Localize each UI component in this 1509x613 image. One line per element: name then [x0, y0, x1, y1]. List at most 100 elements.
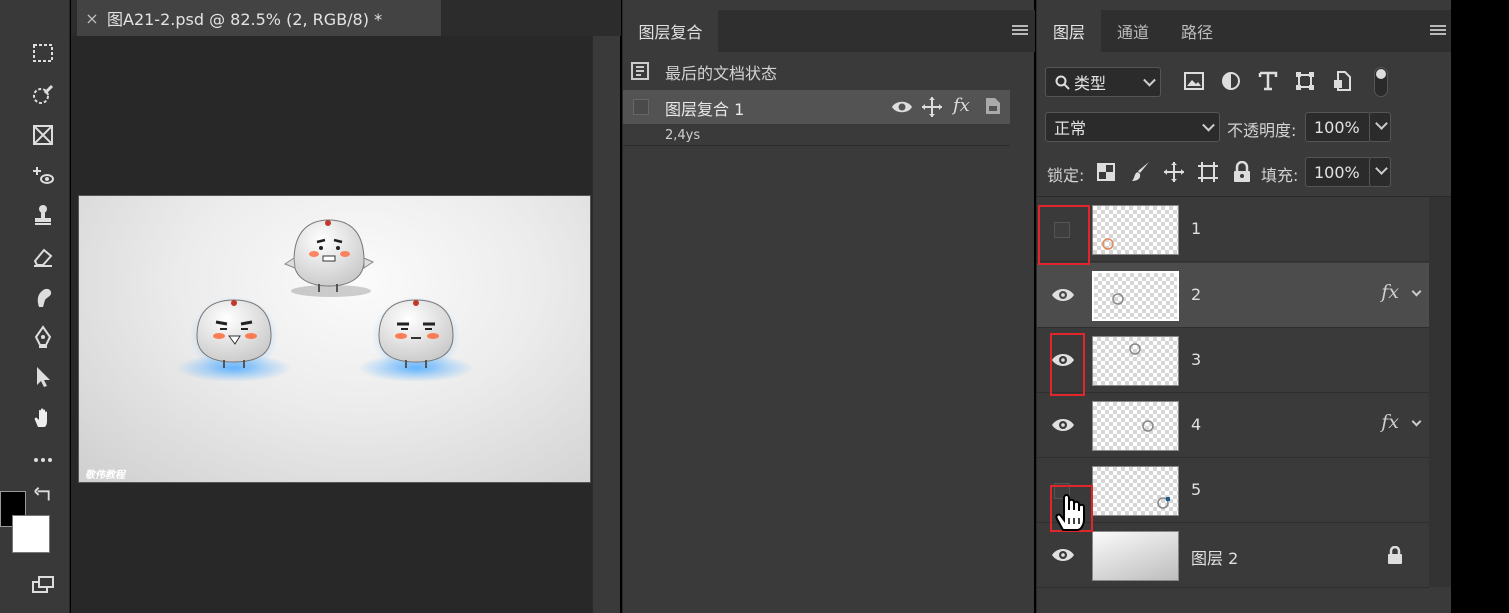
opacity-label: 不透明度:: [1227, 121, 1297, 140]
filter-adjustment-icon[interactable]: [1221, 71, 1241, 91]
tab-paths[interactable]: 路径: [1165, 10, 1229, 52]
fill-field[interactable]: 100%: [1305, 157, 1371, 187]
lock-image-pixels-icon[interactable]: [1131, 161, 1151, 183]
layer-row-1[interactable]: 1: [1037, 197, 1429, 262]
quick-selection-tool-icon[interactable]: [28, 80, 58, 110]
hand-cursor-icon: [1055, 494, 1085, 531]
smudge-tool-icon[interactable]: [28, 282, 58, 312]
expand-effects-chevron-icon[interactable]: [1411, 286, 1422, 297]
layer-effects-icon[interactable]: fx: [1381, 281, 1422, 303]
filter-toggle-switch[interactable]: [1374, 67, 1388, 97]
comps-panel-menu-icon[interactable]: [1012, 25, 1028, 37]
screen-mode-icon[interactable]: [28, 570, 58, 600]
layer-lock-icon[interactable]: [1387, 546, 1403, 565]
character-left: [176, 296, 292, 382]
background-color-swatch[interactable]: [12, 515, 50, 553]
comp-document-icon[interactable]: [985, 97, 1001, 115]
workspace-scrollbar[interactable]: [592, 36, 620, 613]
blend-mode-value: 正常: [1054, 119, 1087, 138]
layer-thumbnail[interactable]: [1092, 401, 1179, 451]
layer-name[interactable]: 1: [1191, 219, 1201, 238]
last-document-state-row[interactable]: 最后的文档状态: [623, 54, 1010, 88]
tools-panel: [0, 0, 70, 613]
layers-scrollbar[interactable]: [1429, 197, 1452, 587]
comp-position-icon[interactable]: [921, 96, 943, 118]
tab-layers[interactable]: 图层: [1037, 10, 1101, 52]
layer-thumbnail[interactable]: [1092, 205, 1179, 255]
expand-effects-chevron-icon[interactable]: [1411, 416, 1422, 427]
close-tab-icon[interactable]: ×: [77, 9, 107, 28]
opacity-value: 100%: [1314, 117, 1360, 137]
canvas-artwork: [176, 219, 474, 382]
layer-visibility-eye-icon[interactable]: [1051, 349, 1075, 371]
layer-visibility-eye-icon[interactable]: [1051, 414, 1075, 436]
layer-comps-header: 图层复合: [623, 10, 1035, 52]
layer-filter-value: 类型: [1074, 74, 1107, 93]
lock-artboard-icon[interactable]: [1197, 161, 1219, 183]
comp-visibility-icon[interactable]: [891, 97, 913, 117]
filter-smart-object-icon[interactable]: [1333, 71, 1351, 91]
character-right: [358, 296, 474, 382]
lock-label: 锁定:: [1047, 166, 1085, 185]
layers-panel: 图层 通道 路径 类型 正常 不透明度: 100% 锁定: 填充: 100% 1…: [1036, 0, 1452, 613]
layer-name[interactable]: 5: [1191, 480, 1201, 499]
frame-tool-icon[interactable]: [28, 120, 58, 150]
tab-layer-comps[interactable]: 图层复合: [623, 10, 718, 52]
document-state-icon: [631, 62, 649, 80]
layer-visibility-eye-icon[interactable]: [1051, 544, 1075, 566]
comp-fx-icon[interactable]: fx: [953, 95, 970, 116]
filter-shape-icon[interactable]: [1295, 71, 1315, 91]
marquee-tool-icon[interactable]: [28, 38, 58, 68]
more-tools-icon[interactable]: [28, 444, 58, 474]
layers-panel-menu-icon[interactable]: [1430, 25, 1446, 37]
lock-all-icon[interactable]: [1233, 161, 1251, 183]
layer-visibility-toggle-off[interactable]: [1054, 222, 1070, 238]
layer-name[interactable]: 4: [1191, 415, 1201, 434]
layer-filter-dropdown[interactable]: 类型: [1045, 67, 1161, 97]
pen-tool-icon[interactable]: [28, 322, 58, 352]
document-canvas[interactable]: 敬伟教程: [78, 195, 591, 483]
layer-thumbnail[interactable]: [1092, 466, 1179, 516]
filter-pixel-icon[interactable]: [1184, 72, 1204, 90]
search-icon: [1055, 75, 1070, 90]
document-tab[interactable]: × 图A21-2.psd @ 82.5% (2, RGB/8) *: [77, 0, 442, 36]
screen-edge: [1451, 0, 1509, 613]
layer-comps-panel: 图层复合 最后的文档状态 图层复合 1 fx 2,4ys: [622, 0, 1035, 613]
canvas-watermark: 敬伟教程: [85, 470, 125, 481]
eraser-tool-icon[interactable]: [28, 242, 58, 272]
layer-comp-note: 2,4ys: [665, 128, 701, 143]
opacity-dropdown-arrow[interactable]: [1369, 112, 1391, 142]
tab-channels[interactable]: 通道: [1101, 10, 1165, 52]
blend-mode-dropdown[interactable]: 正常: [1045, 112, 1220, 142]
layer-name[interactable]: 图层 2: [1191, 545, 1238, 569]
path-selection-tool-icon[interactable]: [28, 362, 58, 392]
layer-thumbnail[interactable]: [1092, 271, 1179, 321]
comp-apply-checkbox[interactable]: [633, 99, 649, 115]
document-title: 图A21-2.psd @ 82.5% (2, RGB/8) *: [107, 10, 383, 29]
hand-tool-icon[interactable]: [28, 403, 58, 433]
red-eye-tool-icon[interactable]: [28, 160, 58, 190]
layers-header: 图层 通道 路径: [1037, 10, 1452, 52]
layer-comp-note-row: 2,4ys: [623, 124, 1010, 146]
layer-thumbnail[interactable]: [1092, 531, 1179, 581]
layer-comp-row[interactable]: 图层复合 1 fx: [623, 90, 1010, 124]
opacity-field[interactable]: 100%: [1305, 112, 1371, 142]
swap-colors-icon[interactable]: [34, 484, 56, 506]
layer-row-3[interactable]: 3: [1037, 328, 1429, 393]
clone-stamp-tool-icon[interactable]: [28, 200, 58, 230]
layer-name[interactable]: 3: [1191, 350, 1201, 369]
layer-row-2[interactable]: 2 fx: [1037, 263, 1429, 328]
layer-row-5[interactable]: 5: [1037, 458, 1429, 523]
layer-thumbnail[interactable]: [1092, 336, 1179, 386]
fill-value: 100%: [1314, 162, 1360, 182]
lock-transparent-pixels-icon[interactable]: [1097, 163, 1115, 181]
fill-label: 填充:: [1261, 166, 1299, 185]
layer-effects-icon[interactable]: fx: [1381, 411, 1422, 433]
fill-dropdown-arrow[interactable]: [1369, 157, 1391, 187]
filter-type-icon[interactable]: [1258, 71, 1278, 91]
layer-row-4[interactable]: 4 fx: [1037, 393, 1429, 458]
lock-position-icon[interactable]: [1163, 161, 1185, 183]
layer-name[interactable]: 2: [1191, 285, 1201, 304]
layer-row-background[interactable]: 图层 2: [1037, 523, 1429, 588]
layer-visibility-eye-icon[interactable]: [1051, 284, 1075, 306]
